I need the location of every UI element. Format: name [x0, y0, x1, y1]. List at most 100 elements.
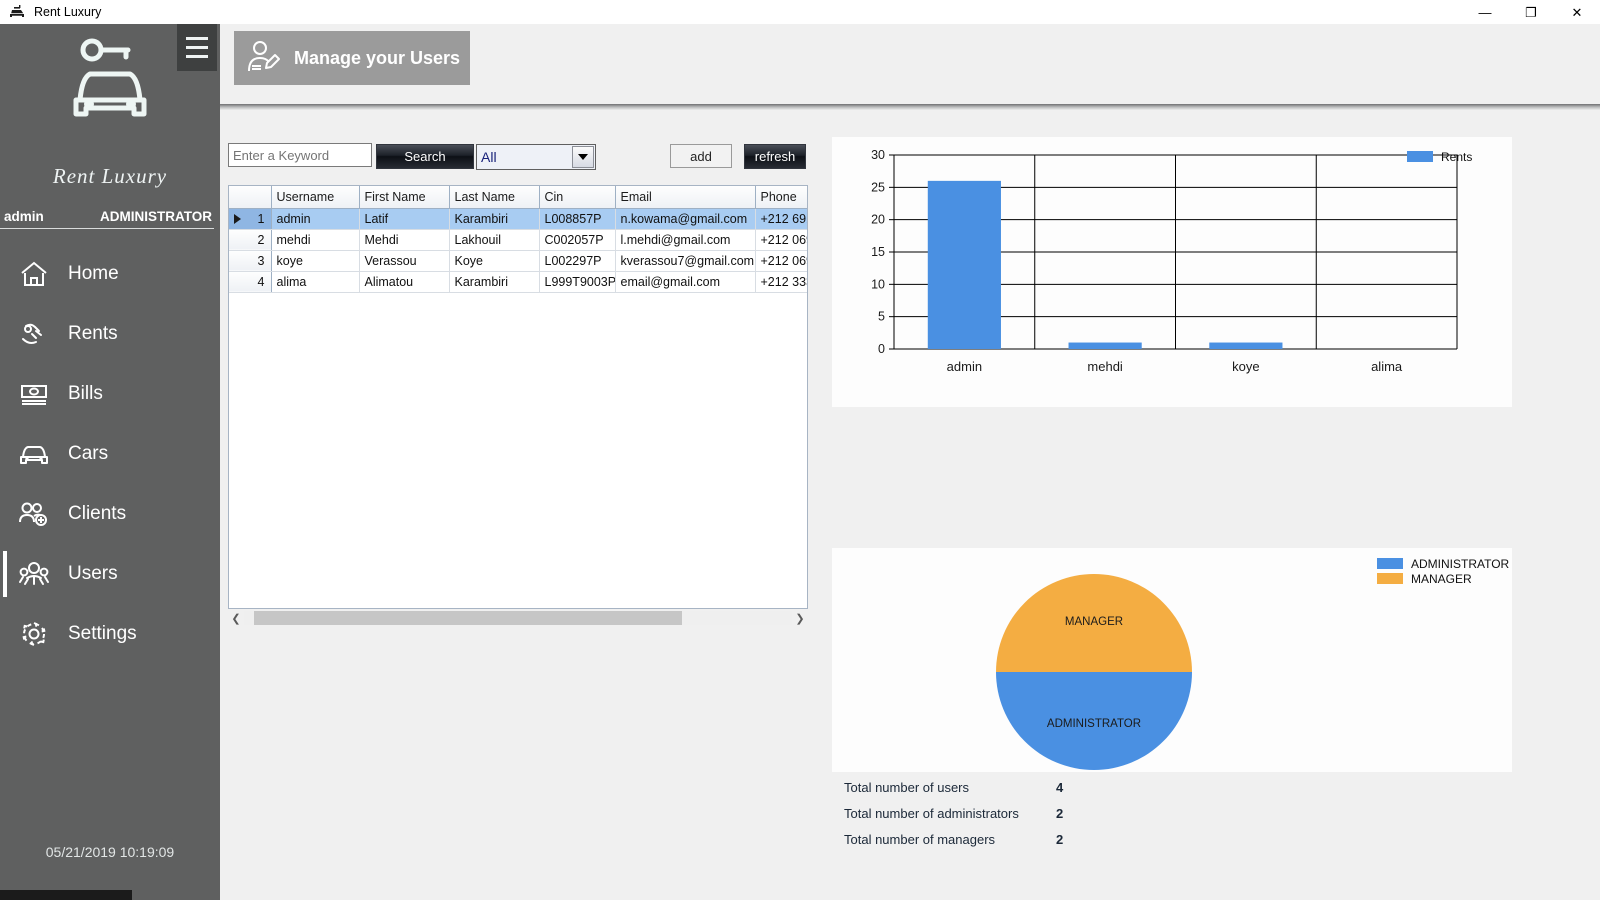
car-icon — [8, 440, 60, 468]
cell-email[interactable]: email@gmail.com — [615, 271, 756, 293]
cell-firstname[interactable]: Mehdi — [359, 229, 450, 251]
cell-username[interactable]: admin — [271, 208, 360, 230]
legend-swatch — [1377, 558, 1403, 569]
cell-username[interactable]: mehdi — [271, 229, 360, 251]
sidebar-clock: 05/21/2019 10:19:09 — [45, 844, 175, 860]
cell-lastname[interactable]: Koye — [449, 250, 540, 272]
svg-text:mehdi: mehdi — [1087, 359, 1123, 374]
minimize-button[interactable]: — — [1462, 0, 1508, 24]
row-number[interactable]: 1 — [229, 208, 272, 230]
scrollbar-track[interactable] — [244, 611, 792, 625]
chevron-right-icon[interactable]: ❯ — [792, 612, 808, 625]
cell-firstname[interactable]: Latif — [359, 208, 450, 230]
banknote-icon — [8, 380, 60, 408]
table-row[interactable]: 3 koye Verassou Koye L002297P kverassou7… — [229, 250, 807, 272]
cell-cin[interactable]: C002057P — [539, 229, 616, 251]
column-header-lastname[interactable]: Last Name — [449, 186, 540, 209]
svg-text:20: 20 — [871, 213, 885, 227]
cell-phone[interactable]: +212 691- — [755, 208, 807, 230]
cell-cin[interactable]: L999T9003P — [539, 271, 616, 293]
column-header-cin[interactable]: Cin — [539, 186, 616, 209]
cell-lastname[interactable]: Karambiri — [449, 208, 540, 230]
svg-text:ADMINISTRATOR: ADMINISTRATOR — [1047, 718, 1141, 730]
stat-value: 2 — [1056, 831, 1064, 847]
cell-username[interactable]: alima — [271, 271, 360, 293]
search-input[interactable] — [228, 143, 372, 167]
cell-email[interactable]: n.kowama@gmail.com — [615, 208, 756, 230]
cell-lastname[interactable]: Karambiri — [449, 271, 540, 293]
row-number[interactable]: 3 — [229, 250, 272, 272]
app-body: Rent Luxury admin ADMINISTRATOR Home Ren… — [0, 24, 1600, 900]
user-roles-pie-chart: MANAGER ADMINISTRATOR ADMINISTRATOR MANAG… — [832, 548, 1512, 796]
cell-phone[interactable]: +212 069- — [755, 229, 807, 251]
home-icon — [8, 260, 60, 288]
legend-item-manager: MANAGER — [1377, 571, 1509, 586]
filter-select-value: All — [481, 149, 497, 165]
svg-text:30: 30 — [871, 148, 885, 162]
chevron-down-icon[interactable] — [572, 146, 594, 168]
row-number-label: 1 — [257, 211, 265, 226]
cell-lastname[interactable]: Lakhouil — [449, 229, 540, 251]
table-horizontal-scrollbar[interactable]: ❮ ❯ — [228, 609, 808, 627]
chevron-left-icon[interactable]: ❮ — [228, 612, 244, 625]
row-number[interactable]: 4 — [229, 271, 272, 293]
cell-firstname[interactable]: Verassou — [359, 250, 450, 272]
column-header-username[interactable]: Username — [271, 186, 360, 209]
rents-bar-chart: 0 5 10 15 20 25 30 admin mehdi koye alima Rents — [832, 137, 1512, 407]
sidebar-item-label: Users — [68, 563, 118, 584]
user-card-icon — [240, 37, 288, 79]
table-header-row: Username First Name Last Name Cin Email … — [229, 186, 807, 209]
sidebar-item-clients[interactable]: Clients — [0, 484, 220, 544]
pie-chart-legend: ADMINISTRATOR MANAGER — [1377, 556, 1509, 586]
cell-phone[interactable]: +212 333- — [755, 271, 807, 293]
sidebar-item-users[interactable]: Users — [0, 544, 220, 604]
sidebar-username: admin — [4, 208, 44, 224]
cell-phone[interactable]: +212 069- — [755, 250, 807, 272]
svg-text:koye: koye — [1232, 359, 1259, 374]
sidebar-item-label: Settings — [68, 623, 137, 644]
cell-cin[interactable]: L008857P — [539, 208, 616, 230]
svg-text:0: 0 — [878, 342, 885, 356]
svg-text:5: 5 — [878, 310, 885, 324]
sidebar-item-bills[interactable]: Bills — [0, 364, 220, 424]
legend-label: ADMINISTRATOR — [1411, 556, 1510, 571]
cell-firstname[interactable]: Alimatou — [359, 271, 450, 293]
stat-row-total-managers: Total number of managers 2 — [844, 826, 1504, 852]
cell-email[interactable]: l.mehdi@gmail.com — [615, 229, 756, 251]
search-button[interactable]: Search — [376, 144, 474, 169]
column-header-rownum[interactable] — [229, 186, 272, 209]
users-table[interactable]: Username First Name Last Name Cin Email … — [228, 185, 808, 609]
column-header-phone[interactable]: Phone — [755, 186, 807, 209]
filter-select[interactable]: All — [476, 144, 596, 170]
stat-label: Total number of managers — [844, 831, 996, 847]
refresh-button[interactable]: refresh — [744, 144, 806, 169]
maximize-button[interactable]: ❐ — [1508, 0, 1554, 24]
stat-label: Total number of users — [844, 779, 970, 795]
sidebar-item-home[interactable]: Home — [0, 244, 220, 304]
svg-text:admin: admin — [947, 359, 982, 374]
table-row[interactable]: 2 mehdi Mehdi Lakhouil C002057P l.mehdi@… — [229, 229, 807, 251]
user-statistics: Total number of users 4 Total number of … — [832, 772, 1512, 852]
sidebar-item-cars[interactable]: Cars — [0, 424, 220, 484]
sidebar-item-label: Rents — [68, 323, 118, 344]
close-button[interactable]: ✕ — [1554, 0, 1600, 24]
bar-chart-svg: 0 5 10 15 20 25 30 admin mehdi koye alima — [871, 148, 1458, 374]
cell-username[interactable]: koye — [271, 250, 360, 272]
table-row[interactable]: 4 alima Alimatou Karambiri L999T9003P em… — [229, 271, 807, 293]
sidebar-item-settings[interactable]: Settings — [0, 604, 220, 664]
scrollbar-thumb[interactable] — [254, 611, 682, 625]
svg-text:10: 10 — [871, 277, 885, 291]
add-button[interactable]: add — [670, 144, 732, 168]
cell-cin[interactable]: L002297P — [539, 250, 616, 272]
column-header-email[interactable]: Email — [615, 186, 756, 209]
stat-value: 4 — [1056, 779, 1064, 795]
sidebar-item-rents[interactable]: Rents — [0, 304, 220, 364]
stat-label: Total number of administrators — [844, 805, 1019, 821]
column-header-firstname[interactable]: First Name — [359, 186, 450, 209]
sidebar: Rent Luxury admin ADMINISTRATOR Home Ren… — [0, 24, 220, 900]
sidebar-item-label: Bills — [68, 383, 103, 404]
page-title-chip: Manage your Users — [234, 31, 470, 85]
cell-email[interactable]: kverassou7@gmail.com — [615, 250, 756, 272]
row-number[interactable]: 2 — [229, 229, 272, 251]
table-row[interactable]: 1 admin Latif Karambiri L008857P n.kowam… — [229, 208, 807, 230]
